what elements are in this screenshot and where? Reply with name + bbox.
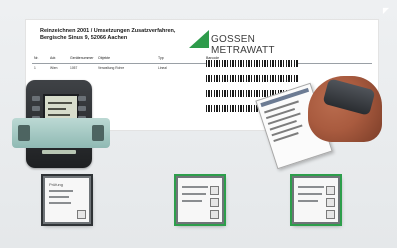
thumbnail-line (182, 193, 206, 195)
thumbnail-line (49, 196, 69, 198)
thumbnail-line (182, 186, 208, 188)
thumbnail-button (326, 198, 335, 207)
header-adr: Adr. (50, 56, 57, 60)
device-key (78, 106, 86, 111)
thumbnail-line (182, 200, 202, 202)
barcode-1 (206, 60, 298, 67)
cell-geraetenummer: 1057 (70, 66, 78, 70)
corner-mark: ◤ (382, 6, 389, 15)
thumbnail-1: Prüfung (43, 176, 91, 224)
table-header-row: Nr. Adr. Gerätenummer Objekte Typ Barcod… (32, 56, 372, 64)
handheld-scanner-scene (253, 74, 395, 170)
triangle-logo-icon (189, 30, 209, 48)
thumbnail-button (77, 210, 86, 219)
document-title-line-1: Reinzeichnen 2001 / Umsetzungen Zusatzve… (40, 28, 176, 34)
thumbnail-line (298, 186, 324, 188)
thumbnail-button (326, 210, 335, 219)
document-title-line-2: Bergische Sinus 9, 52066 Aachen (40, 34, 128, 41)
table-row: 1 Wien 1057 Verwaltung Rohre Lineal (32, 66, 192, 76)
thumbnail-button (210, 210, 219, 219)
device-key (32, 96, 40, 101)
thumbnail-line (49, 202, 71, 204)
page-background: ◤ Reinzeichnen 2001 / Umsetzungen Zusatz… (0, 0, 397, 248)
device-logo (42, 150, 76, 154)
base-slot (18, 125, 30, 141)
document-title: Reinzeichnen 2001 / Umsetzungen Zusatzve… (40, 28, 190, 41)
device-key (32, 106, 40, 111)
gossen-metrawatt-logo: GOSSEN METRAWATT (189, 30, 307, 56)
cell-nr: 1 (34, 66, 36, 70)
thumbnail-3 (292, 176, 340, 224)
screen-line (48, 108, 66, 110)
header-geraetenummer: Gerätenummer (70, 56, 94, 60)
cell-typ: Lineal (158, 66, 167, 70)
screen-line (48, 114, 70, 116)
brand-name: GOSSEN METRAWATT (211, 34, 275, 56)
device-base (12, 118, 110, 148)
header-nr: Nr. (34, 56, 39, 60)
thumbnail-2 (176, 176, 224, 224)
header-typ: Typ (158, 56, 164, 60)
thumbnail-button (326, 186, 335, 195)
device-key (78, 96, 86, 101)
thumbnail-line (298, 193, 322, 195)
thumbnail-button (210, 198, 219, 207)
base-slot (92, 125, 104, 141)
cell-objekt: Verwaltung Rohre (98, 66, 125, 70)
cell-adr: Wien (50, 66, 58, 70)
thumbnail-title: Prüfung (49, 182, 64, 187)
header-objekte: Objekte (98, 56, 111, 60)
thumbnail-button (210, 186, 219, 195)
thumbnail-line (49, 190, 73, 192)
screen-line (48, 102, 72, 104)
thumbnail-line (298, 200, 318, 202)
